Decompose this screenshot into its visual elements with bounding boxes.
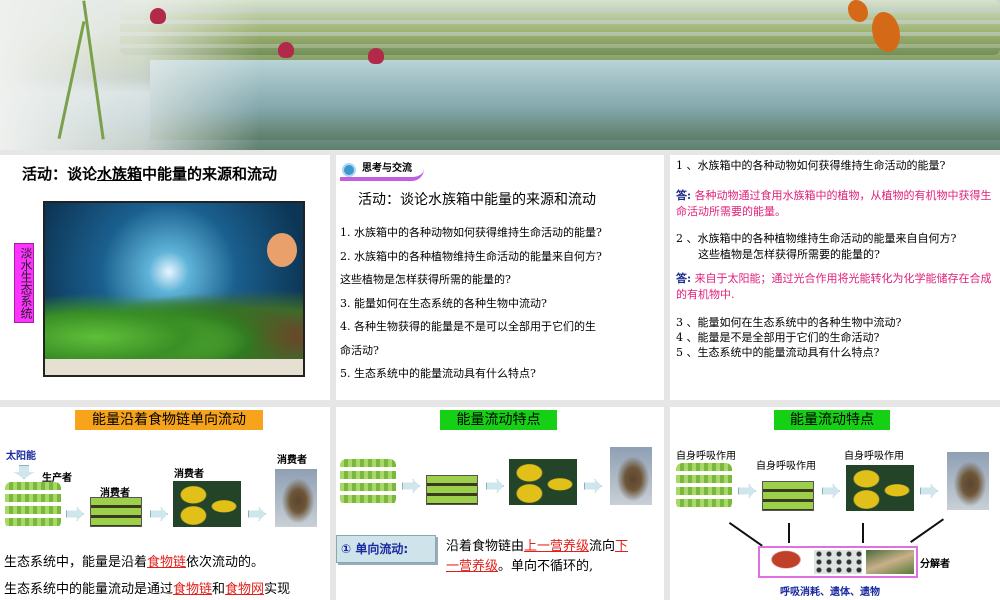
down-arrow-icon <box>14 465 34 479</box>
decomposers-box <box>758 546 918 578</box>
mushroom-image <box>762 550 810 574</box>
eagle-image <box>610 447 652 505</box>
decomposer-label: 分解者 <box>920 559 950 570</box>
right-arrow-icon <box>150 507 168 521</box>
birds-image <box>509 459 577 505</box>
question-item: 2. 水族箱中的各种植物维持生命活动的能量来自何方? <box>340 249 602 263</box>
consumer-label: 消费者 <box>277 455 307 466</box>
grass-image <box>5 482 61 528</box>
right-arrow-icon <box>66 507 84 521</box>
one-way-flow-description: 沿着食物链由上一营养级流向下 一营养级。单向不循环的, <box>446 539 629 574</box>
question-4: 4 、能量是不是全部用于它们的生命活动? <box>676 331 880 344</box>
question-item: 4. 各种生物获得的能量是不是可以全部用于它们的生 <box>340 320 596 333</box>
arrow-line <box>788 523 790 543</box>
answer-2: 答: 来自于太阳能；通过光合作用将光能转化为化学能储存在合成的有机物中. <box>676 272 992 301</box>
question-item: 3. 能量如何在生态系统的各种生物中流动? <box>340 296 547 310</box>
slide-title: 活动：谈论水族箱中能量的来源和流动 <box>358 192 596 208</box>
bacteria-image <box>814 550 862 574</box>
aquarium-photo <box>43 201 305 377</box>
respiration-remains-label: 呼吸消耗、遗体、遗物 <box>780 587 880 598</box>
caterpillar-image <box>90 497 142 527</box>
respiration-label: 自身呼吸作用 <box>844 451 904 462</box>
birds-image <box>846 465 914 511</box>
think-discuss-badge: 思考与交流 <box>340 161 424 181</box>
eagle-image <box>275 469 317 527</box>
slide-decomposer-flow: 能量流动特点 自身呼吸作用 自身呼吸作用 自身呼吸作用 分解者 呼吸消耗、遗体、… <box>670 407 1000 600</box>
earthworm-image <box>866 550 914 574</box>
right-arrow-icon <box>822 484 840 498</box>
answer-1: 答: 各种动物通过食用水族箱中的植物，从植物的有机物中获得生命活动所需要的能量。 <box>676 189 992 218</box>
question-3: 3 、能量如何在生态系统中的各种生物中流动? <box>676 316 902 329</box>
right-arrow-icon <box>920 484 938 498</box>
question-list: 1. 水族箱中的各种动物如何获得维持生命活动的能量? 2. 水族箱中的各种植物维… <box>340 221 662 386</box>
consumer-label: 消费者 <box>174 469 204 480</box>
slide-flow-characteristics: 能量流动特点 ① 单向流动: 沿着食物链由上一营养级流向下 一营养级。单向不循环… <box>336 407 664 600</box>
right-arrow-icon <box>486 479 504 493</box>
slide-aquarium-activity: 活动：谈论水族箱中能量的来源和流动 淡水生态系统 <box>0 155 330 400</box>
grass-image <box>676 463 732 509</box>
right-arrow-icon <box>738 484 756 498</box>
slide-header: 能量沿着食物链单向流动 <box>75 410 263 430</box>
caterpillar-image <box>762 481 814 511</box>
question-item: 命活动? <box>340 343 379 357</box>
respiration-label: 自身呼吸作用 <box>676 451 736 462</box>
statement-1: 生态系统中，能量是沿着食物链依次流动的。 <box>4 555 265 570</box>
slide-header: 能量流动特点 <box>774 410 890 430</box>
caterpillar-image <box>426 475 478 505</box>
slide-discussion-questions: 思考与交流 活动：谈论水族箱中能量的来源和流动 1. 水族箱中的各种动物如何获得… <box>336 155 664 400</box>
question-item: 这些植物是怎样获得所需的能量的? <box>340 273 511 286</box>
freshwater-ecosystem-label: 淡水生态系统 <box>14 243 34 323</box>
right-arrow-icon <box>402 479 420 493</box>
arrow-circle-icon <box>342 163 356 177</box>
lake-banner-image <box>0 0 1000 150</box>
slide-header: 能量流动特点 <box>440 410 557 430</box>
slide-food-chain-flow: 能量沿着食物链单向流动 太阳能 生产者 消费者 消费者 消费者 生态系统中，能量… <box>0 407 330 600</box>
question-2: 2 、水族箱中的各种植物维持生命活动的能量来自自何方? 这些植物是怎样获得所需要的… <box>676 232 957 261</box>
slide-answers: 1 、水族箱中的各种动物如何获得维持生命活动的能量? 答: 各种动物通过食用水族… <box>670 155 1000 400</box>
right-arrow-icon <box>584 479 602 493</box>
solar-energy-label: 太阳能 <box>6 451 36 462</box>
question-1: 1 、水族箱中的各种动物如何获得维持生命活动的能量? <box>676 159 946 172</box>
right-arrow-icon <box>248 507 266 521</box>
slide-title: 活动：谈论水族箱中能量的来源和流动 <box>22 165 278 183</box>
question-item: 5. 生态系统中的能量流动具有什么特点? <box>340 367 536 380</box>
statement-2: 生态系统中的能量流动是通过食物链和食物网实现 <box>4 582 291 597</box>
grass-image <box>340 459 396 505</box>
question-item: 1. 水族箱中的各种动物如何获得维持生命活动的能量? <box>340 226 602 239</box>
arrow-line <box>862 523 864 543</box>
one-way-flow-tag: ① 单向流动: <box>336 535 436 563</box>
birds-image <box>173 481 241 527</box>
eagle-image <box>947 452 989 510</box>
arrow-line <box>729 522 763 547</box>
arrow-line <box>910 518 944 543</box>
question-5: 5 、生态系统中的能量流动具有什么特点? <box>676 346 880 359</box>
respiration-label: 自身呼吸作用 <box>756 461 816 472</box>
